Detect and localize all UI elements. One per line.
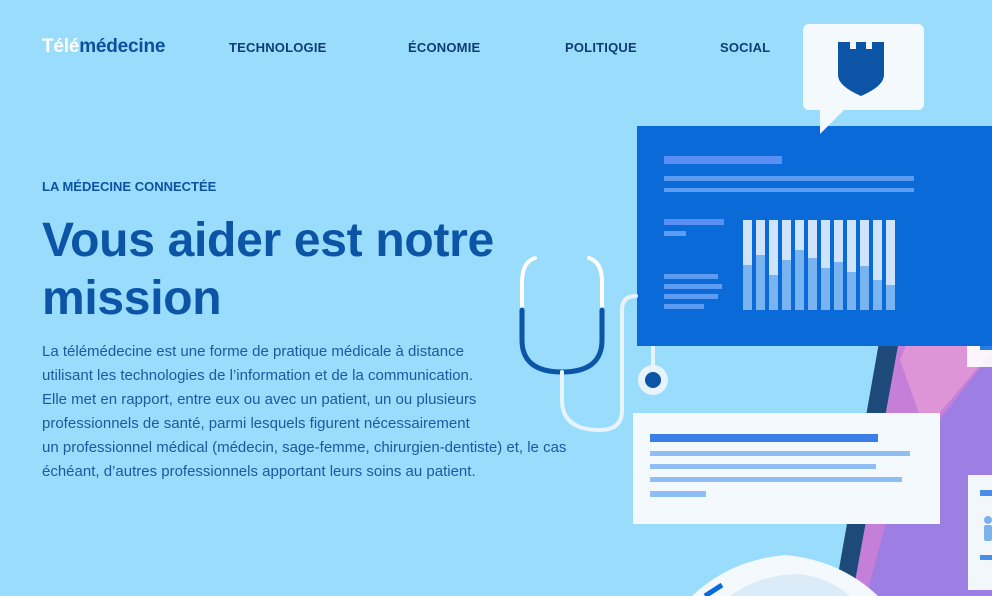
description-line-6: échéant, d’autres professionnels apporta… xyxy=(42,463,476,480)
shield-bubble xyxy=(803,24,924,134)
headline-line-1: Vous aider est notre xyxy=(42,214,494,267)
hero-description: La télémédecine est une forme de pratiqu… xyxy=(42,340,612,484)
hero-eyebrow: LA MÉDECINE CONNECTÉE xyxy=(42,179,217,194)
description-line-2: utilisant les technologies de l’informat… xyxy=(42,367,474,384)
info-card xyxy=(633,413,940,524)
description-line-5: un professionnel médical (médecin, sage-… xyxy=(42,439,567,456)
person-icon xyxy=(984,516,992,524)
dashboard-panel xyxy=(637,126,992,346)
hero-headline: Vous aider est notre mission xyxy=(42,212,562,328)
description-line-4: professionnels de santé, parmi lesquels … xyxy=(42,415,470,432)
headline-line-2: mission xyxy=(42,272,222,325)
description-line-1: La télémédecine est une forme de pratiqu… xyxy=(42,343,464,360)
description-line-3: Elle met en rapport, entre eux ou avec u… xyxy=(42,391,477,408)
